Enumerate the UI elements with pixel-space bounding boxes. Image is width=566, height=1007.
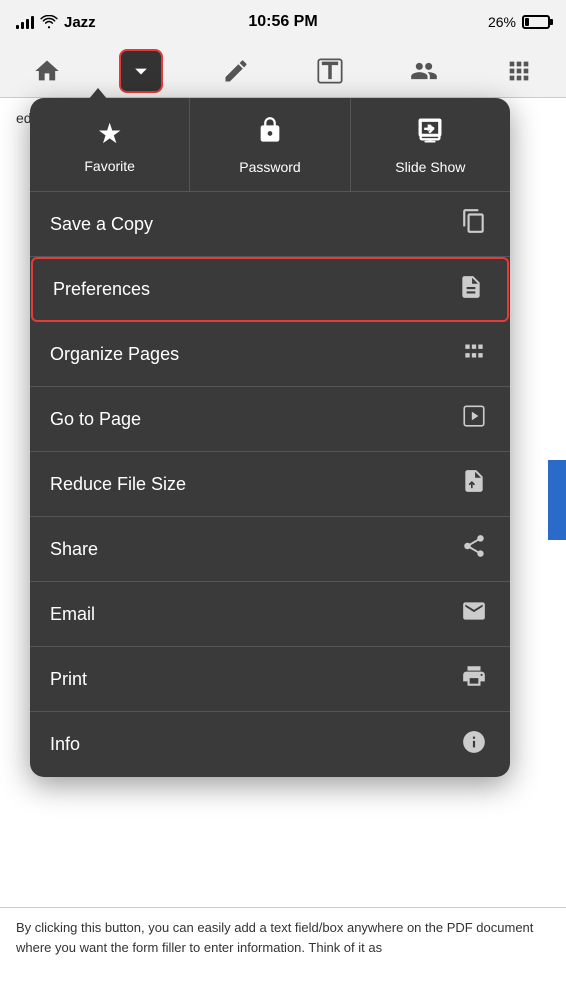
print-item[interactable]: Print bbox=[30, 647, 510, 712]
email-icon bbox=[458, 598, 490, 630]
organize-pages-label: Organize Pages bbox=[50, 344, 179, 365]
wifi-icon bbox=[40, 15, 58, 29]
pen-icon bbox=[222, 57, 250, 85]
grid-icon bbox=[505, 57, 533, 85]
password-button[interactable]: Password bbox=[190, 98, 350, 191]
preferences-item[interactable]: Preferences bbox=[31, 257, 509, 322]
email-label: Email bbox=[50, 604, 95, 625]
battery-icon bbox=[522, 15, 550, 29]
print-label: Print bbox=[50, 669, 87, 690]
dropdown-menu: ★ Favorite Password bbox=[30, 98, 510, 777]
preferences-icon bbox=[455, 274, 487, 306]
save-copy-item[interactable]: Save a Copy bbox=[30, 192, 510, 257]
dropdown-caret bbox=[88, 88, 108, 100]
save-copy-label: Save a Copy bbox=[50, 214, 153, 235]
print-icon bbox=[458, 663, 490, 695]
info-label: Info bbox=[50, 734, 80, 755]
battery-fill bbox=[525, 18, 529, 26]
user-icon bbox=[410, 57, 438, 85]
battery-percent: 26% bbox=[488, 14, 516, 30]
favorite-button[interactable]: ★ Favorite bbox=[30, 98, 190, 191]
go-to-page-item[interactable]: Go to Page bbox=[30, 387, 510, 452]
bottom-text: By clicking this button, you can easily … bbox=[0, 908, 566, 967]
password-label: Password bbox=[239, 159, 300, 175]
status-bar: Jazz 10:56 PM 26% bbox=[0, 0, 566, 44]
carrier-signal: Jazz bbox=[16, 14, 96, 31]
chevron-down-icon bbox=[127, 57, 155, 85]
reduce-file-size-label: Reduce File Size bbox=[50, 474, 186, 495]
favorite-label: Favorite bbox=[84, 158, 135, 174]
slideshow-button[interactable]: Slide Show bbox=[351, 98, 510, 191]
reduce-file-size-item[interactable]: Reduce File Size bbox=[30, 452, 510, 517]
home-icon bbox=[33, 57, 61, 85]
battery-info: 26% bbox=[488, 14, 550, 30]
text-icon bbox=[316, 57, 344, 85]
pen-button[interactable] bbox=[214, 49, 258, 93]
scroll-accent bbox=[548, 460, 566, 540]
signal-icon bbox=[16, 15, 34, 29]
organize-icon bbox=[458, 338, 490, 370]
star-icon: ★ bbox=[97, 117, 122, 150]
status-time: 10:56 PM bbox=[248, 13, 317, 31]
email-item[interactable]: Email bbox=[30, 582, 510, 647]
go-to-page-label: Go to Page bbox=[50, 409, 141, 430]
arrow-right-icon bbox=[458, 403, 490, 435]
share-label: Share bbox=[50, 539, 98, 560]
grid-button[interactable] bbox=[497, 49, 541, 93]
info-item[interactable]: Info bbox=[30, 712, 510, 777]
info-icon bbox=[458, 729, 490, 761]
toolbar bbox=[0, 44, 566, 98]
bottom-content: By clicking this button, you can easily … bbox=[0, 907, 566, 1007]
dropdown-button[interactable] bbox=[119, 49, 163, 93]
organize-pages-item[interactable]: Organize Pages bbox=[30, 322, 510, 387]
carrier-name: Jazz bbox=[64, 14, 96, 31]
text-button[interactable] bbox=[308, 49, 352, 93]
home-button[interactable] bbox=[25, 49, 69, 93]
slideshow-icon bbox=[416, 116, 444, 151]
lock-icon bbox=[256, 116, 284, 151]
top-icons-row: ★ Favorite Password bbox=[30, 98, 510, 192]
share-item[interactable]: Share bbox=[30, 517, 510, 582]
share-icon bbox=[458, 533, 490, 565]
compress-icon bbox=[458, 468, 490, 500]
preferences-label: Preferences bbox=[53, 279, 150, 300]
slideshow-label: Slide Show bbox=[395, 159, 465, 175]
copy-icon bbox=[458, 208, 490, 240]
user-button[interactable] bbox=[402, 49, 446, 93]
